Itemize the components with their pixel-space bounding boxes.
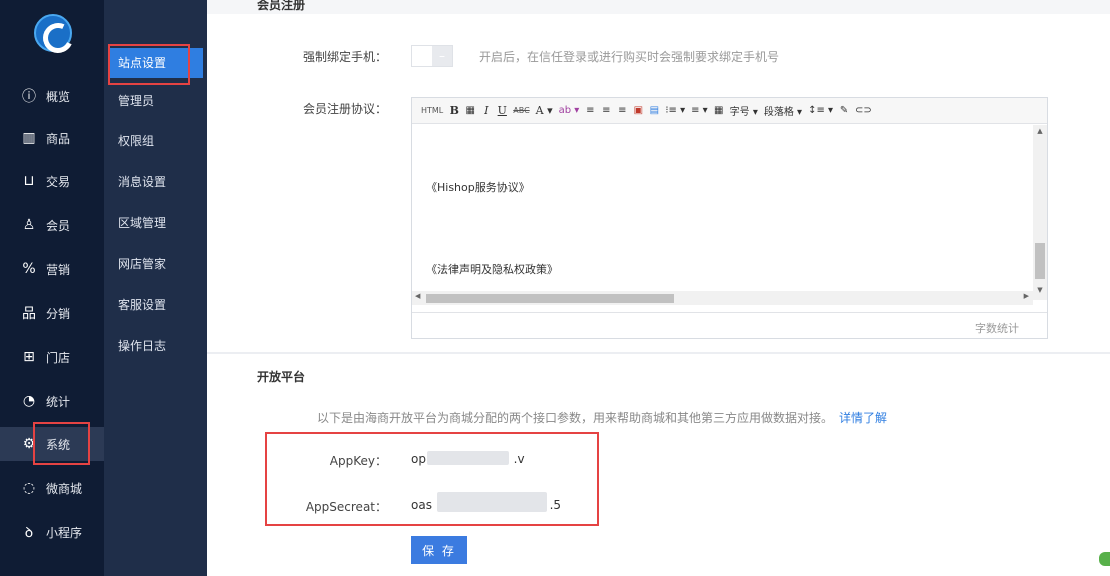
primary-sidebar: ⓘ 概览 ▥ 商品 ⊔ 交易 ♙ 会员 % 营销 品 分销 ⊞ 门店 ◔ 统计 bbox=[0, 0, 104, 576]
nav-trade[interactable]: ⊔ 交易 bbox=[0, 164, 104, 198]
editor-paragraph: 《法律声明及隐私权政策》 bbox=[426, 263, 558, 276]
rich-text-editor[interactable]: HTML B ▦ I U ABC A ▾ ab ▾ ≡ ≡ ≡ ▣ ▤ ⁝≡ ▾… bbox=[411, 97, 1048, 339]
eraser-icon[interactable]: ✎ bbox=[836, 102, 852, 120]
save-button[interactable]: 保 存 bbox=[411, 536, 467, 564]
app-root: ⓘ 概览 ▥ 商品 ⊔ 交易 ♙ 会员 % 营销 品 分销 ⊞ 门店 ◔ 统计 bbox=[0, 0, 1110, 576]
site-settings-highlight-box bbox=[108, 44, 190, 85]
line-height-dropdown[interactable]: ↕≡ ▾ bbox=[805, 102, 836, 120]
details-link[interactable]: 详情了解 bbox=[839, 411, 887, 425]
pie-chart-icon: ◔ bbox=[22, 393, 36, 409]
force-bind-hint: 开启后，在信任登录或进行购买时会强制要求绑定手机号 bbox=[479, 50, 780, 64]
system-highlight-box bbox=[33, 422, 90, 465]
subnav-message-settings[interactable]: 消息设置 bbox=[104, 167, 207, 197]
main-content: 会员注册 强制绑定手机： – 开启后，在信任登录或进行购买时会强制要求绑定手机号… bbox=[207, 0, 1110, 576]
nav-label: 商品 bbox=[46, 131, 71, 146]
member-section-title: 会员注册 bbox=[257, 0, 306, 12]
bold-button[interactable]: B bbox=[446, 102, 462, 120]
secondary-sidebar: 站点设置 管理员 权限组 消息设置 区域管理 网店管家 客服设置 操作日志 bbox=[104, 0, 207, 576]
nav-mini-program[interactable]: ꝺ 小程序 bbox=[0, 515, 104, 549]
editor-horizontal-scrollbar[interactable]: ◀ ▶ bbox=[412, 291, 1033, 305]
hierarchy-icon: 品 bbox=[22, 306, 36, 322]
editor-vertical-scrollbar[interactable]: ▲ ▼ bbox=[1033, 125, 1047, 300]
open-platform-title: 开放平台 bbox=[257, 370, 306, 384]
align-left-button[interactable]: ≡ bbox=[582, 102, 598, 120]
nav-marketing[interactable]: % 营销 bbox=[0, 252, 104, 286]
store-icon: ⊞ bbox=[23, 349, 35, 365]
nav-members[interactable]: ♙ 会员 bbox=[0, 208, 104, 242]
strikethrough-button[interactable]: ABC bbox=[510, 102, 532, 120]
italic-button[interactable]: I bbox=[478, 102, 494, 120]
underline-button[interactable]: U bbox=[494, 102, 510, 120]
font-size-dropdown[interactable]: 字号 ▾ bbox=[727, 102, 761, 120]
nav-label: 会员 bbox=[46, 218, 71, 233]
insert-media-button[interactable]: ▤ bbox=[646, 102, 662, 120]
nav-statistics[interactable]: ◔ 统计 bbox=[0, 384, 104, 418]
chat-icon: ◌ bbox=[22, 480, 36, 496]
nav-label: 小程序 bbox=[46, 525, 83, 540]
scroll-thumb[interactable] bbox=[1035, 243, 1045, 279]
insert-table-button[interactable]: ▦ bbox=[711, 102, 727, 120]
insert-image-button[interactable]: ▣ bbox=[630, 102, 646, 120]
nav-distribution[interactable]: 品 分销 bbox=[0, 296, 104, 330]
highlight-color-button[interactable]: ab ▾ bbox=[556, 102, 583, 120]
miniapp-icon: ꝺ bbox=[24, 524, 34, 541]
subnav-operation-log[interactable]: 操作日志 bbox=[104, 331, 207, 361]
subnav-permission-groups[interactable]: 权限组 bbox=[104, 126, 207, 156]
force-bind-label: 强制绑定手机： bbox=[302, 50, 387, 64]
subnav-admins[interactable]: 管理员 bbox=[104, 86, 207, 116]
nav-label: 统计 bbox=[46, 394, 71, 409]
scroll-left-arrow-icon[interactable]: ◀ bbox=[415, 292, 420, 300]
force-bind-toggle[interactable]: – bbox=[411, 45, 453, 67]
description-text: 以下是由海商开放平台为商城分配的两个接口参数，用来帮助商城和其他第三方应用做数据… bbox=[317, 411, 834, 425]
html-source-button[interactable]: HTML bbox=[418, 102, 446, 120]
font-color-button[interactable]: A ▾ bbox=[533, 102, 556, 120]
scroll-right-arrow-icon[interactable]: ▶ bbox=[1024, 292, 1029, 300]
editor-paragraph: 《Hishop服务协议》 bbox=[426, 181, 530, 194]
scroll-up-arrow-icon[interactable]: ▲ bbox=[1033, 127, 1047, 139]
editor-content-area[interactable]: 《Hishop服务协议》 《法律声明及隐私权政策》 bbox=[412, 125, 1032, 300]
info-circle-icon: ⓘ bbox=[22, 89, 36, 105]
nav-products[interactable]: ▥ 商品 bbox=[0, 121, 104, 155]
editor-statusbar: 字数统计 bbox=[412, 312, 1047, 338]
unordered-list-button[interactable]: ⁝≡ ▾ bbox=[662, 102, 688, 120]
scroll-down-arrow-icon[interactable]: ▼ bbox=[1033, 286, 1047, 298]
subnav-shop-manager[interactable]: 网店管家 bbox=[104, 249, 207, 279]
nav-label: 营销 bbox=[46, 262, 71, 277]
percent-tag-icon: % bbox=[22, 261, 36, 277]
scroll-thumb[interactable] bbox=[426, 294, 674, 303]
nav-label: 概览 bbox=[46, 89, 71, 104]
nav-stores[interactable]: ⊞ 门店 bbox=[0, 340, 104, 374]
floating-widget-icon[interactable] bbox=[1099, 552, 1110, 566]
align-center-button[interactable]: ≡ bbox=[598, 102, 614, 120]
keys-highlight-box bbox=[265, 432, 599, 526]
highlight-block-button[interactable]: ▦ bbox=[462, 102, 478, 120]
cart-icon: ⊔ bbox=[23, 173, 35, 189]
nav-overview[interactable]: ⓘ 概览 bbox=[0, 79, 104, 113]
barcode-icon: ▥ bbox=[22, 130, 36, 146]
link-icon[interactable]: ⊂⊃ bbox=[852, 102, 875, 120]
section-divider bbox=[207, 352, 1110, 354]
nav-label: 门店 bbox=[46, 350, 71, 365]
toggle-knob: – bbox=[432, 46, 452, 66]
section-header-strip bbox=[207, 0, 1110, 14]
editor-toolbar: HTML B ▦ I U ABC A ▾ ab ▾ ≡ ≡ ≡ ▣ ▤ ⁝≡ ▾… bbox=[412, 98, 1047, 124]
word-count: 字数统计 bbox=[975, 322, 1019, 335]
user-icon: ♙ bbox=[22, 217, 36, 233]
brand-logo[interactable] bbox=[34, 14, 72, 52]
open-platform-description: 以下是由海商开放平台为商城分配的两个接口参数，用来帮助商城和其他第三方应用做数据… bbox=[317, 409, 887, 426]
agreement-label: 会员注册协议： bbox=[302, 102, 387, 116]
nav-micro-mall[interactable]: ◌ 微商城 bbox=[0, 471, 104, 505]
subnav-region-management[interactable]: 区域管理 bbox=[104, 208, 207, 238]
align-right-button[interactable]: ≡ bbox=[614, 102, 630, 120]
subnav-customer-service[interactable]: 客服设置 bbox=[104, 290, 207, 320]
nav-label: 交易 bbox=[46, 174, 71, 189]
paragraph-format-dropdown[interactable]: 段落格 ▾ bbox=[761, 102, 805, 120]
nav-label: 微商城 bbox=[46, 481, 83, 496]
nav-label: 分销 bbox=[46, 306, 71, 321]
ordered-list-button[interactable]: ≡ ▾ bbox=[688, 102, 711, 120]
